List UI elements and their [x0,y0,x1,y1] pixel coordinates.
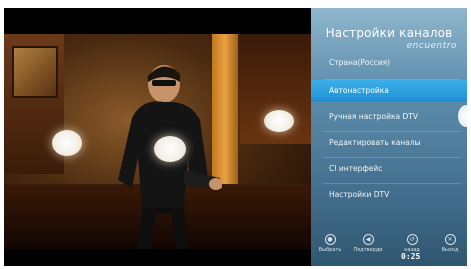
clock-readout: 0:25 [401,252,421,261]
video-frame [4,34,311,249]
select-label: Выбрать [318,247,342,253]
back-button[interactable]: ↺ назад [395,234,429,253]
lamp-light [52,130,82,156]
exit-label: Выход [441,247,459,253]
confirm-icon: ◀ [362,234,374,245]
light-reflection [458,105,467,127]
exit-icon: ✕ [444,234,456,245]
confirm-label: Подтверди [353,247,383,253]
menu-item-ci-interface[interactable]: CI интерфейс [311,158,467,180]
tv-screen: Настройки каналов encuentro Страна(Росси… [4,8,467,266]
menu-item-country[interactable]: Страна(Россия) [311,52,467,74]
lamp-light [154,136,186,162]
ok-icon: ● [324,234,336,245]
menu-item-manual-dtv-tuning[interactable]: Ручная настройка DTV [311,106,467,128]
menu-footer: ● Выбрать ◀ Подтверди ↺ назад ✕ Выход 0:… [311,232,467,266]
menu-item-edit-channels[interactable]: Редактировать каналы [311,132,467,154]
menu-item-dtv-settings[interactable]: Настройки DTV [311,184,467,206]
channel-watermark: encuentro [406,41,457,51]
lamp-light [264,110,294,132]
confirm-button[interactable]: ◀ Подтверди [351,234,385,253]
exit-button[interactable]: ✕ Выход [433,234,467,253]
back-icon: ↺ [406,234,418,245]
channel-settings-menu: Настройки каналов encuentro Страна(Росси… [311,8,467,266]
select-button[interactable]: ● Выбрать [313,234,347,253]
menu-item-auto-tuning[interactable]: Автонастройка [311,80,467,102]
menu-title: Настройки каналов [325,26,453,40]
wall-painting [12,46,58,98]
